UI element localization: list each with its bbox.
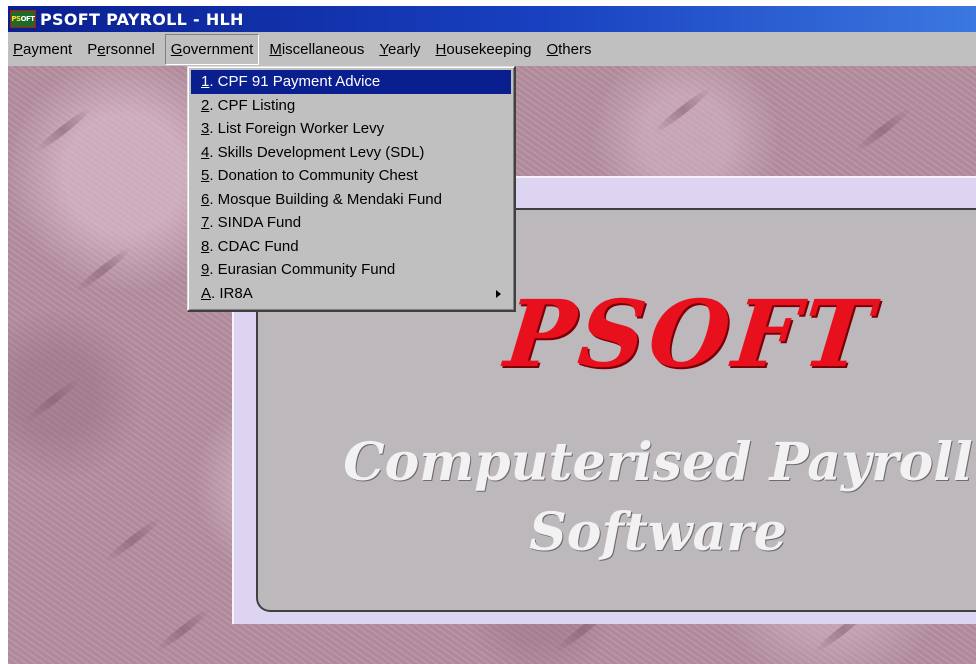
texture-mark <box>852 105 914 155</box>
menu-yearly-accel: Y <box>379 40 389 58</box>
menu-miscellaneous[interactable]: Miscellaneous <box>264 35 369 64</box>
menu-others-accel: O <box>546 40 559 58</box>
tagline-line-1: Computerised Payroll <box>343 432 973 493</box>
menu-item-label: . SINDA Fund <box>209 214 302 231</box>
menu-government-label: overnment <box>182 40 254 58</box>
menu-item-cdac-fund[interactable]: 8. CDAC Fund <box>191 235 511 259</box>
app-icon-text-a: PS <box>11 15 21 23</box>
menu-item-eurasian-community-fund[interactable]: 9. Eurasian Community Fund <box>191 258 511 282</box>
menu-housekeeping-accel: H <box>435 40 447 58</box>
menu-personnel-accel: e <box>97 40 106 58</box>
menu-bar: Payment Personnel Government Miscellaneo… <box>8 32 976 66</box>
window-title: PSOFT PAYROLL - HLH <box>40 9 244 29</box>
menu-item-label: . Donation to Community Chest <box>209 167 418 184</box>
texture-mark <box>152 605 214 655</box>
menu-item-ir8a[interactable]: A. IR8A <box>191 282 511 306</box>
submenu-arrow-icon <box>496 289 501 298</box>
menu-item-label: . CPF 91 Payment Advice <box>209 73 381 90</box>
accel-key: A <box>201 284 212 302</box>
menu-item-label: . List Foreign Worker Levy <box>209 120 385 137</box>
menu-yearly-label: early <box>388 40 421 58</box>
menu-item-label: . IR8A <box>211 284 253 302</box>
menu-item-sinda-fund[interactable]: 7. SINDA Fund <box>191 211 511 235</box>
psoft-app-icon[interactable]: PS OFT <box>10 10 36 28</box>
menu-payment[interactable]: Payment <box>8 35 77 64</box>
menu-item-community-chest[interactable]: 5. Donation to Community Chest <box>191 164 511 188</box>
menu-personnel[interactable]: Personnel <box>82 35 160 64</box>
menu-item-cpf-91-payment-advice[interactable]: 1. CPF 91 Payment Advice <box>191 70 511 94</box>
menu-misc-label: iscellaneous <box>281 40 365 58</box>
menu-misc-accel: M <box>269 40 282 58</box>
menu-item-foreign-worker-levy[interactable]: 3. List Foreign Worker Levy <box>191 117 511 141</box>
menu-item-mosque-mendaki-fund[interactable]: 6. Mosque Building & Mendaki Fund <box>191 188 511 212</box>
texture-mark <box>72 245 134 295</box>
menu-item-label: . Eurasian Community Fund <box>209 261 396 278</box>
texture-mark <box>22 375 84 425</box>
menu-payment-label: ayment <box>23 40 73 58</box>
menu-yearly[interactable]: Yearly <box>374 35 425 64</box>
tagline-line-2: Software <box>529 502 787 563</box>
menu-government-accel: G <box>170 40 183 58</box>
app-icon-text-b: OFT <box>20 15 36 23</box>
menu-others-label: thers <box>558 40 592 58</box>
menu-item-skills-development-levy[interactable]: 4. Skills Development Levy (SDL) <box>191 141 511 165</box>
menu-housekeeping[interactable]: Housekeeping <box>431 35 537 64</box>
menu-government[interactable]: Government <box>164 33 260 65</box>
title-bar[interactable]: PS OFT PSOFT PAYROLL - HLH <box>8 6 976 32</box>
menu-item-label: . CDAC Fund <box>209 237 299 255</box>
menu-item-cpf-listing[interactable]: 2. CPF Listing <box>191 94 511 118</box>
menu-personnel-label-a: P <box>87 40 98 58</box>
menu-others[interactable]: Others <box>541 35 596 64</box>
texture-mark <box>102 515 164 565</box>
menu-item-label: . Mosque Building & Mendaki Fund <box>209 190 442 208</box>
psoft-logo: PSOFT <box>500 280 882 388</box>
menu-personnel-label-b: rsonnel <box>105 40 155 58</box>
menu-housekeeping-label: ousekeeping <box>446 40 532 58</box>
menu-item-label: . CPF Listing <box>209 96 296 114</box>
government-menu: 1. CPF 91 Payment Advice 2. CPF Listing … <box>187 66 516 312</box>
menu-payment-accel: P <box>13 40 24 58</box>
menu-item-label: . Skills Development Levy (SDL) <box>209 143 425 161</box>
texture-mark <box>32 105 94 155</box>
texture-mark <box>652 85 714 135</box>
